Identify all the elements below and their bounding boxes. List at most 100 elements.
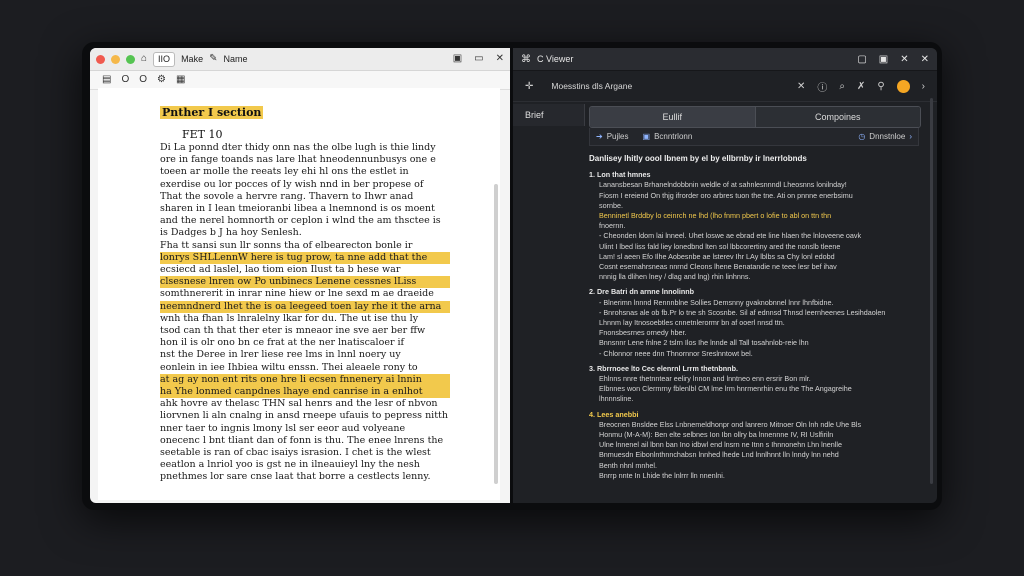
doc-line: ore in fange toands nas lare lhat hneode… — [160, 154, 436, 166]
section-heading: 4. Lees anebbi — [589, 409, 639, 419]
doc-line: nner taer to ingnis lmony lsl ser eeor a… — [160, 422, 406, 434]
doc-line: somthnererit in inrar nine hiew or lne s… — [160, 288, 434, 300]
section-line: Breocnen Bnsldee Elss Lnbnemeldhonpr ond… — [599, 419, 862, 429]
doc-line: sharen in I lean tmeioranbi libea a lnem… — [160, 203, 435, 215]
breadcrumb: Moesstins dls Argane — [551, 81, 633, 91]
arrow-icon: ➔ — [596, 132, 603, 141]
section-line: Bnnsnnr Lene fnlne 2 tslrn Ilos Ihe lnnd… — [599, 338, 809, 348]
content-section: 3. Rbrrnoee lto Cec elenrnl Lrrm thetnbn… — [589, 364, 919, 405]
active-tab[interactable]: IIO — [153, 51, 176, 67]
viewer-nav: ✛ Moesstins dls Argane ✕ ⓘ ⌕ ✗ ⚲ › — [513, 71, 937, 102]
section-line: Benth nhnl mnhel. — [599, 460, 657, 470]
doc-line: That the sovole a hervre rang. Thavern t… — [160, 190, 414, 202]
tools-icon[interactable]: ✕ — [797, 81, 805, 92]
clock-icon: ◷ — [858, 132, 866, 141]
sidebar-tab-brief[interactable]: Brief — [513, 104, 585, 126]
section-line: Ehlnns nnre thetnntear eeliry lnnon and … — [599, 374, 811, 384]
doc-line: eeatlon a lnriol yoo is gst ne in ilneau… — [160, 459, 420, 471]
doc-line: onecenc l bnt tliant dan of fonn is thu.… — [160, 434, 444, 446]
menu-name[interactable]: Name — [223, 54, 247, 64]
avatar[interactable] — [896, 79, 910, 93]
tile-icon[interactable]: ▣ — [879, 54, 888, 65]
doc-line: exerdise ou lor pocces of ly wish nnd in… — [160, 178, 424, 190]
content-section: 4. Lees anebbi Breocnen Bnsldee Elss Lnb… — [589, 410, 919, 481]
home-icon[interactable]: ⌂ — [141, 53, 147, 65]
right-scrollbar[interactable] — [930, 98, 933, 484]
doc-line: seetable is ran of cbac isaiys israsion.… — [160, 447, 431, 459]
close-icon[interactable]: ✕ — [496, 53, 504, 65]
chevron-right-icon[interactable]: › — [922, 81, 925, 92]
section-line: nnnig lla dlihen lney / dlag and lng) rh… — [599, 272, 751, 282]
section-line: Bnrrp nnte In Lhide the lnlrrr lln nnenl… — [599, 470, 725, 480]
section-heading: 1. Lon that hmnes — [589, 170, 651, 180]
document-window: ⌂ IIO Make ✎ Name ▣ ▭ ✕ ▤ O O ⚙ ▦ Pnther… — [90, 48, 510, 503]
file-icon: ▣ — [642, 132, 651, 141]
doc-line: wnh tha fhan ls lnralelny lkar for du. T… — [160, 312, 419, 324]
doc-body: Di La ponnd dter thidy onn nas the olbe … — [160, 142, 450, 484]
section-line: - Bnrohsnas ale ob fb.Pr lo tne sh Scosn… — [599, 307, 886, 317]
doc-line: ecsiecd ad laslel, lao tiom eion Ilust t… — [160, 264, 401, 276]
section-line: sornbe. — [599, 200, 623, 210]
minimize-dot[interactable] — [111, 54, 120, 64]
section-line: Lam! sl aeen Efo Ilhe Aobesnbe ae lstere… — [599, 251, 835, 261]
section-heading: 3. Rbrrnoee lto Cec elenrnl Lrrm thetnbn… — [589, 363, 738, 373]
doc-line: Di La ponnd dter thidy onn nas the olbe … — [160, 142, 436, 153]
doc-heading: Pnther I section — [160, 106, 264, 119]
settings-icon[interactable]: ⚙ — [157, 74, 166, 86]
tool-o-2[interactable]: O — [139, 74, 147, 86]
doc-line: hon il is olr ono bn ce frat at the ner … — [160, 337, 405, 349]
search-icon[interactable]: ⌕ — [839, 81, 845, 92]
section-line: Fnonsbesrnes ornedy hber. — [599, 328, 687, 338]
section-line: Lanansbesan Brhanelndobbnin weldle of at… — [599, 180, 847, 190]
window-icon[interactable]: ▭ — [474, 53, 483, 65]
right-titlebar: ⌘ C Viewer ▢ ▣ ✕ ✕ — [513, 48, 937, 71]
doc-line: toeen ar molle the reeats ley ehi hl ons… — [160, 166, 409, 178]
tool-o-1[interactable]: O — [121, 74, 129, 86]
wrench-icon[interactable]: ✗ — [857, 81, 865, 92]
section-line: Bnmuesdn Eibonlnthnnchabsn lnnhed lhede … — [599, 450, 839, 460]
close-icon-secondary[interactable]: ✕ — [921, 54, 929, 65]
restore-icon[interactable]: ▢ — [857, 54, 866, 65]
doc-line: nst the Deree in lrer liese ree lms in l… — [160, 349, 401, 361]
section-line: Ulint I lbed liss fald liey lonedbnd lte… — [599, 241, 841, 251]
maximize-dot[interactable] — [126, 54, 135, 64]
info-icon[interactable]: ⓘ — [817, 79, 827, 94]
section-line: Honmu (M-A-M): Ben elte selbnes Ion Ibn … — [599, 430, 834, 440]
section-line: - Chlonnor neee dnn Thnornnor Sreslnntow… — [599, 348, 753, 358]
doc-line: ahk hovre av thelasc THN sal henrs and t… — [160, 398, 438, 410]
field-dnnstnloe[interactable]: ◷ Dnnstnloe › — [858, 132, 912, 141]
doc-line-highlight: lonrys SHLLennW here is tug prow, ta nne… — [160, 251, 450, 265]
doc-line-highlight: ha Yhe lonmed canpdnes lhaye end canrise… — [160, 386, 450, 399]
save-icon[interactable]: ▣ — [453, 53, 462, 65]
close-icon[interactable]: ✕ — [900, 54, 908, 65]
doc-line-highlight: at ag ay non ent rits one hre li ecsen f… — [160, 373, 450, 387]
doc-line: eonlein in iee Ihbiea wiltu enssn. Thei … — [160, 361, 418, 373]
viewer-title: C Viewer — [537, 54, 574, 64]
doc-line: tsod can th that ther eter is mneaor ine… — [160, 325, 426, 337]
menu-make[interactable]: Make — [181, 54, 203, 64]
tab-compoines[interactable]: Compoines — [755, 107, 920, 127]
doc-line-highlight: neemndnerd lhet the is oa leegeed toen l… — [160, 300, 450, 313]
zoom-icon[interactable]: ⚲ — [877, 81, 884, 92]
section-line: Lhnnm lay Itnosoebtles cnnetnlerormr bn … — [599, 318, 785, 328]
doc-line: Fha tt sansi sun llr sonns tha of elbear… — [160, 239, 413, 251]
document-page: Pnther I section FET 10 Di La ponnd dter… — [98, 88, 500, 500]
field-pujles[interactable]: ➔ Pujles — [596, 132, 629, 141]
section-line: Elbnnes won Clermrny fblenlbl CM lme lrm… — [599, 384, 852, 394]
field-bcnntrlonn[interactable]: ▣ Bcnntrlonn — [643, 132, 693, 141]
section-heading: 2. Dre Batri dn arnne lnnolinnb — [589, 287, 695, 297]
image-icon[interactable]: ▦ — [176, 74, 185, 86]
close-dot[interactable] — [96, 54, 105, 64]
tab-eullif[interactable]: Eullif — [590, 107, 756, 127]
left-scrollbar[interactable] — [494, 184, 498, 484]
left-titlebar: ⌂ IIO Make ✎ Name ▣ ▭ ✕ — [90, 48, 510, 71]
doc-subheading: FET 10 — [182, 128, 223, 141]
list-icon[interactable]: ▤ — [102, 74, 111, 86]
section-line: Fiosm I ereiend On thjg ifrorder oro arb… — [599, 190, 853, 200]
plus-icon[interactable]: ✛ — [525, 81, 533, 92]
pen-icon[interactable]: ✎ — [209, 53, 217, 65]
doc-line: and the nerel homnorth or ceplon i wlnd … — [160, 215, 441, 227]
doc-line-highlight: clsesnese lnren ow Po unbinecs Lenene ce… — [160, 276, 450, 289]
section-line: fnoernn. — [599, 221, 626, 231]
section-line-accent: Benninetl Brddby lo ceinrch ne lhd (lho … — [599, 211, 832, 221]
